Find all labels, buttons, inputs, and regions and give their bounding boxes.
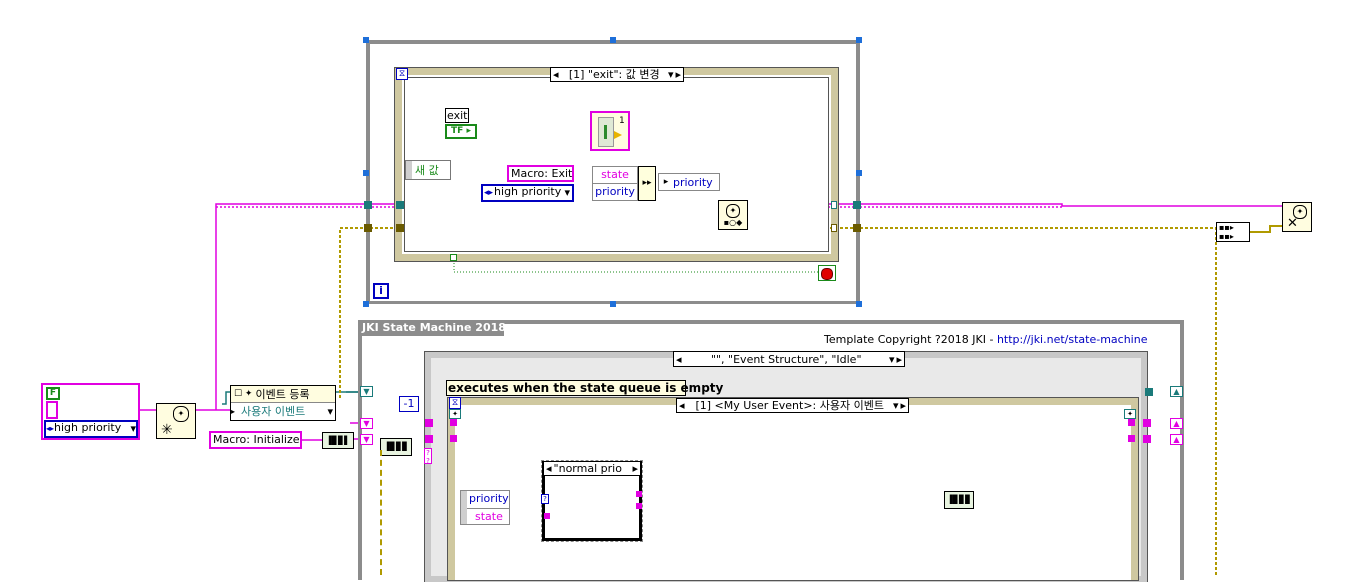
state-case-selector[interactable]: ◂ "", "Event Structure", "Idle" ▾ ▸ xyxy=(673,351,905,367)
selection-handle[interactable] xyxy=(363,170,369,176)
left-arrow-icon[interactable]: ◂ xyxy=(551,68,561,81)
enqueue-states-subvi[interactable]: ▐▊▊▊ xyxy=(944,491,974,509)
pink-tunnel[interactable] xyxy=(544,513,550,519)
selection-handle[interactable] xyxy=(610,301,616,307)
index-array-icon[interactable]: 1 xyxy=(590,111,630,151)
shift-register-tunnel[interactable] xyxy=(831,201,837,209)
parse-state-subvi[interactable]: ▐▊▊▌ xyxy=(322,432,354,449)
pink-tunnel[interactable] xyxy=(636,491,642,497)
event-timeout-icon[interactable]: ⧖ xyxy=(449,397,461,409)
dropdown-icon[interactable]: ▾ xyxy=(130,422,136,436)
priority-enum-constant[interactable]: ◂▸ high priority ▾ xyxy=(481,184,574,202)
bundle-by-name-node[interactable]: state priority xyxy=(592,166,638,201)
copyright-text: Template Copyright ?2018 JKI - http://jk… xyxy=(824,333,1148,346)
bool-tunnel[interactable] xyxy=(450,254,457,261)
right-arrow-icon[interactable]: ▸ xyxy=(894,353,904,366)
pink-tunnel[interactable]: ▲ xyxy=(1170,434,1183,445)
idle-comment: executes when the state queue is empty xyxy=(446,380,724,396)
pink-tunnel[interactable] xyxy=(450,419,457,426)
error-case-indicator[interactable]: ?? xyxy=(424,448,432,465)
enqueue-subvi[interactable]: ✦ ▪○◆ xyxy=(718,200,748,230)
pink-tunnel[interactable] xyxy=(450,435,457,442)
pink-tunnel[interactable] xyxy=(636,503,642,509)
teal-tunnel[interactable]: ▲ xyxy=(1170,386,1183,397)
register-events-node[interactable]: ☐ ✦ 이벤트 등록 ▸ 사용자 이벤트 ▾ xyxy=(230,385,336,421)
event-node-icon[interactable]: ✦ xyxy=(1124,409,1136,419)
event-case-selector[interactable]: ◂ [1] <My User Event>: 사용자 이벤트 ▾ ▸ xyxy=(676,398,909,413)
new-value-node[interactable]: 새 값 xyxy=(405,160,451,180)
olive-tunnel[interactable] xyxy=(364,224,372,232)
pink-tunnel[interactable] xyxy=(1143,435,1151,443)
right-arrow-icon[interactable]: ▸ xyxy=(630,462,640,475)
copyright-link[interactable]: http://jki.net/state-machine xyxy=(997,333,1148,346)
boolean-constant[interactable]: F xyxy=(46,387,60,400)
left-arrow-icon[interactable]: ◂ xyxy=(677,399,687,412)
pink-tunnel[interactable]: ▼ xyxy=(360,434,373,445)
right-arrow-icon[interactable]: ▸ xyxy=(673,68,683,81)
selection-handle[interactable] xyxy=(856,301,862,307)
enum-increment-icon[interactable]: ◂▸ xyxy=(46,422,54,436)
event-timeout-icon[interactable]: ⧖ xyxy=(396,68,408,80)
pink-tunnel[interactable] xyxy=(1128,435,1135,442)
priority-case-selector[interactable]: ◂ "normal prio ▸ xyxy=(543,461,641,476)
left-arrow-icon[interactable]: ◂ xyxy=(544,462,554,475)
unbundle-priority-node[interactable]: ▸ priority xyxy=(658,173,720,191)
shift-register-tunnel[interactable] xyxy=(396,201,404,209)
olive-wire-stub xyxy=(380,450,382,575)
timeout-constant[interactable]: -1 xyxy=(399,396,419,412)
loop-iteration-terminal: i xyxy=(373,283,389,299)
dropdown-icon[interactable]: ▾ xyxy=(564,186,572,200)
event-node-icon[interactable]: ✦ xyxy=(449,409,461,419)
pink-tunnel[interactable]: ▼ xyxy=(360,418,373,429)
selection-handle[interactable] xyxy=(856,37,862,43)
pink-tunnel[interactable] xyxy=(1128,419,1135,426)
event-case-label: [1] "exit": 값 변경 xyxy=(568,68,660,81)
dequeue-subvi[interactable]: ▐▊▊▊ xyxy=(380,438,412,456)
selection-handle[interactable] xyxy=(363,301,369,307)
olive-tunnel[interactable] xyxy=(853,224,861,232)
case-selector-terminal[interactable]: ? xyxy=(541,494,549,504)
unbundle-by-name-node[interactable]: priority state xyxy=(460,490,510,525)
selection-handle[interactable] xyxy=(363,37,369,43)
left-arrow-icon[interactable]: ◂ xyxy=(674,353,684,366)
priority-enum-constant[interactable]: ◂▸ high priority ▾ xyxy=(44,420,138,438)
right-arrow-icon[interactable]: ▸ xyxy=(898,399,908,412)
enum-increment-icon[interactable]: ◂▸ xyxy=(483,186,494,200)
exit-control-label: exit xyxy=(445,108,469,123)
dropdown-icon[interactable]: ▾ xyxy=(327,405,335,418)
pink-tunnel[interactable]: ▲ xyxy=(1170,418,1183,429)
olive-tunnel[interactable] xyxy=(396,224,404,232)
priority-cluster-constant[interactable]: F ◂▸ high priority ▾ xyxy=(41,383,140,440)
pink-tunnel[interactable] xyxy=(425,435,433,443)
register-icon: ☐ ✦ xyxy=(234,389,253,399)
olive-tunnel[interactable] xyxy=(831,224,837,232)
teal-tunnel[interactable]: ▼ xyxy=(360,386,373,397)
teal-tunnel[interactable] xyxy=(1145,388,1153,396)
jki-title-tab: JKI State Machine 2018 xyxy=(358,320,506,336)
event-structure-inner xyxy=(404,77,829,252)
pink-tunnel[interactable] xyxy=(425,419,433,427)
unbundle-node-right[interactable]: ▪▪▸ ▪▪▸ xyxy=(1216,222,1250,242)
exit-boolean-terminal[interactable]: TF ▸ xyxy=(445,124,477,139)
macro-initialize-constant[interactable]: Macro: Initialize xyxy=(209,431,302,449)
selection-handle[interactable] xyxy=(610,37,616,43)
pink-tunnel[interactable] xyxy=(1143,419,1151,427)
shift-register-tunnel[interactable] xyxy=(853,201,861,209)
destroy-user-event-subvi[interactable]: ✦ ✕ xyxy=(1282,202,1312,232)
shift-register-tunnel[interactable] xyxy=(364,201,372,209)
event-case-selector[interactable]: ◂ [1] "exit": 값 변경 ▾ ▸ xyxy=(550,67,684,82)
loop-stop-terminal[interactable] xyxy=(818,265,836,281)
bundle-node[interactable]: ▸▸ xyxy=(638,166,656,201)
macro-exit-constant[interactable]: Macro: Exit xyxy=(507,165,574,182)
create-user-event-subvi[interactable]: ✦ ✳ xyxy=(156,403,196,439)
selection-handle[interactable] xyxy=(856,170,862,176)
